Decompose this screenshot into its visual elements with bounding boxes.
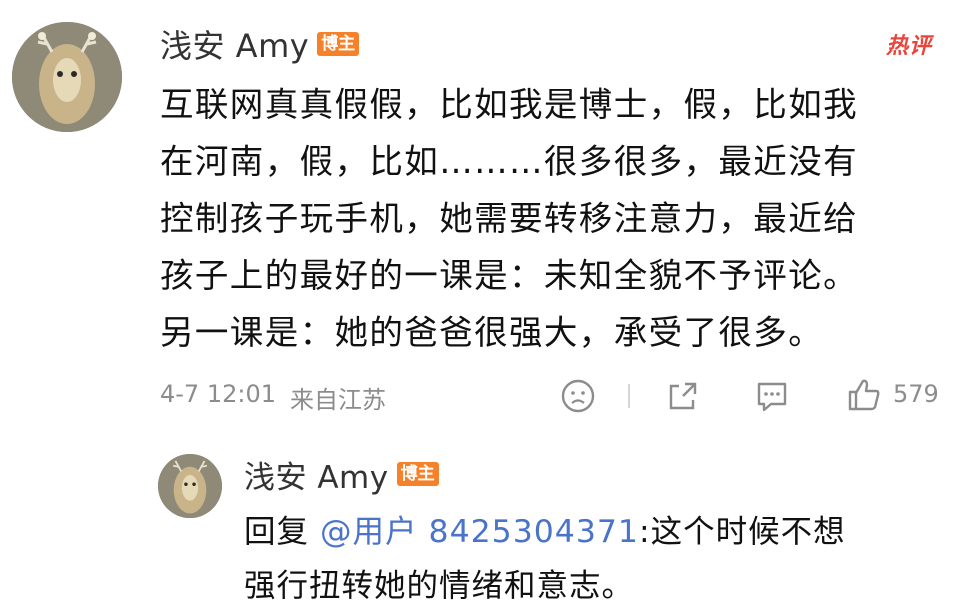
reply-blogger-badge: 博主	[396, 462, 439, 486]
share-icon[interactable]	[665, 378, 701, 414]
reply-prefix: 回复	[244, 514, 321, 550]
reply-avatar[interactable]	[158, 454, 222, 518]
divider	[628, 384, 630, 408]
reply-text: 回复 @用户 8425304371:这个时候不想 强行扭转她的情绪和意志。	[244, 505, 954, 613]
comment-icon[interactable]	[753, 378, 791, 414]
reply-line: 强行扭转她的情绪和意志。	[244, 568, 635, 604]
deer-avatar-image	[158, 454, 222, 518]
location: 来自江苏	[290, 386, 386, 414]
comment-text: 互联网真真假假，比如我是博士，假，比如我 在河南，假，比如………很多很多，最近没…	[160, 76, 960, 361]
user-mention-link[interactable]: @用户 8425304371	[320, 514, 639, 550]
hot-comment-label: 热评	[886, 34, 933, 59]
username[interactable]: 浅安 Amy	[160, 21, 309, 67]
emoji-face-icon[interactable]	[560, 378, 596, 414]
thumbs-up-icon[interactable]	[845, 376, 883, 414]
reply-line-rest: :这个时候不想	[638, 514, 846, 550]
comment-line: 互联网真真假假，比如我是博士，假，比如我	[160, 85, 858, 124]
comment-line: 另一课是：她的爸爸很强大，承受了很多。	[160, 313, 824, 352]
avatar[interactable]	[12, 22, 122, 132]
comment-line: 控制孩子玩手机，她需要转移注意力，最近给	[160, 199, 858, 238]
deer-avatar-image	[12, 22, 122, 132]
blogger-badge: 博主	[317, 32, 360, 56]
comment-line: 在河南，假，比如………很多很多，最近没有	[160, 142, 858, 181]
comment-line: 孩子上的最好的一课是：未知全貌不予评论。	[160, 256, 858, 295]
reply-username[interactable]: 浅安 Amy	[244, 452, 389, 497]
reply-line: 回复 @用户 8425304371:这个时候不想	[244, 505, 954, 559]
like-count: 579	[893, 380, 939, 408]
timestamp: 4-7 12:01	[160, 380, 276, 408]
